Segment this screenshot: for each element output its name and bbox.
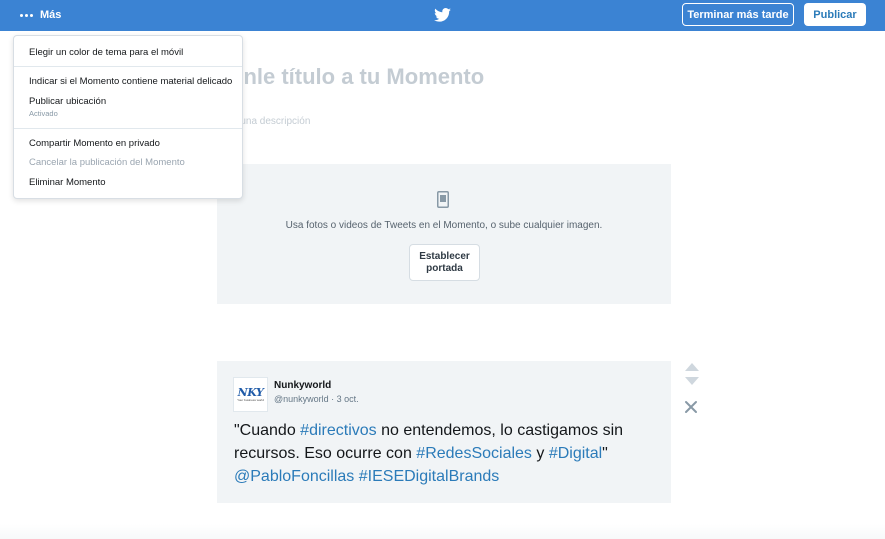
more-menu-button[interactable]: Más bbox=[20, 6, 61, 24]
cover-hint: Usa fotos o videos de Tweets en el Momen… bbox=[285, 220, 603, 231]
set-cover-label-1: Establecer bbox=[419, 251, 470, 262]
menu-item-share-private[interactable]: Compartir Momento en privado bbox=[29, 138, 160, 149]
hashtag-link[interactable]: #Digital bbox=[549, 445, 602, 462]
menu-item-sensitive[interactable]: Indicar si el Momento contiene material … bbox=[29, 76, 232, 87]
moment-title-input[interactable]: onle título a tu Momento bbox=[230, 64, 484, 90]
hashtag-link[interactable]: #IESEDigitalBrands bbox=[359, 468, 500, 485]
reorder-controls bbox=[684, 363, 700, 385]
menu-item-delete[interactable]: Eliminar Momento bbox=[29, 177, 106, 188]
image-icon bbox=[437, 191, 449, 208]
remove-tweet-icon[interactable] bbox=[684, 400, 698, 414]
cover-panel: Usa fotos o videos de Tweets en el Momen… bbox=[217, 164, 671, 304]
tweet-card: NKY Your business world Nunkyworld @nunk… bbox=[217, 361, 671, 503]
menu-item-location[interactable]: Publicar ubicación bbox=[29, 96, 106, 107]
more-dropdown-menu: Elegir un color de tema para el móvil In… bbox=[13, 35, 243, 199]
tweet-handle-date[interactable]: @nunkyworld · 3 oct. bbox=[274, 394, 359, 404]
menu-divider bbox=[14, 128, 242, 129]
location-status: Activado bbox=[29, 109, 58, 118]
menu-item-cancel-publish: Cancelar la publicación del Momento bbox=[29, 157, 185, 168]
menu-divider bbox=[14, 66, 242, 67]
set-cover-label-2: portada bbox=[426, 263, 463, 274]
finish-later-button[interactable]: Terminar más tarde bbox=[682, 3, 794, 26]
top-bar: Más Terminar más tarde Publicar bbox=[0, 0, 885, 31]
set-cover-button[interactable]: Establecer portada bbox=[409, 244, 480, 281]
publish-button[interactable]: Publicar bbox=[804, 3, 866, 26]
avatar[interactable]: NKY Your business world bbox=[233, 377, 268, 412]
tweet-text-part: y bbox=[531, 445, 549, 462]
tweet-text-part: " bbox=[602, 445, 608, 462]
mention-link[interactable]: @PabloFoncillas bbox=[234, 468, 354, 485]
more-label: Más bbox=[40, 9, 62, 21]
move-up-icon[interactable] bbox=[685, 363, 699, 371]
moment-description-input[interactable]: e una descripción bbox=[232, 116, 310, 127]
move-down-icon[interactable] bbox=[685, 377, 699, 385]
hashtag-link[interactable]: #directivos bbox=[300, 422, 376, 439]
more-dots-icon bbox=[20, 13, 33, 17]
page-bottom-edge bbox=[0, 524, 885, 539]
twitter-bird-icon bbox=[434, 8, 451, 22]
avatar-logo: NKY bbox=[237, 386, 264, 399]
tweet-text-part: "Cuando bbox=[234, 422, 301, 439]
tweet-author-name[interactable]: Nunkyworld bbox=[274, 380, 331, 391]
menu-item-theme-color[interactable]: Elegir un color de tema para el móvil bbox=[29, 47, 183, 58]
avatar-tagline: Your business world bbox=[237, 398, 264, 402]
hashtag-link[interactable]: #RedesSociales bbox=[416, 445, 532, 462]
tweet-text: "Cuando #directivos no entendemos, lo ca… bbox=[234, 419, 654, 488]
